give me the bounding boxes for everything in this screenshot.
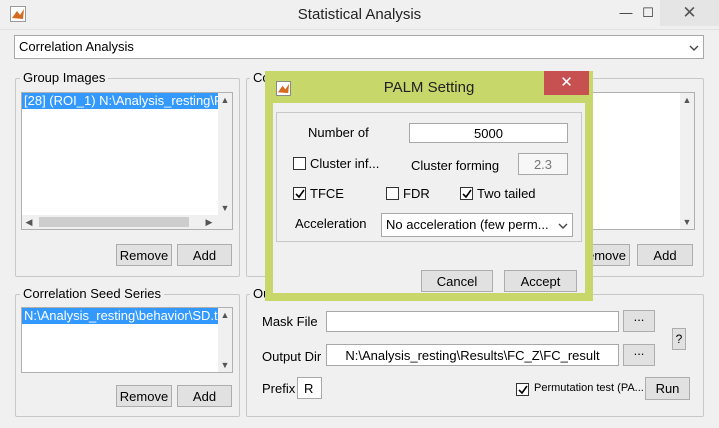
number-of-label: Number of (308, 125, 369, 140)
scroll-down-icon[interactable]: ▼ (218, 358, 232, 372)
cancel-button[interactable]: Cancel (421, 270, 493, 292)
checkmark-icon (517, 385, 528, 394)
two-tailed-label: Two tailed (477, 186, 536, 201)
group-images-item[interactable]: [28] (ROI_1) N:\Analysis_resting\FC_Z\FC… (22, 93, 218, 109)
seed-series-add-button[interactable]: Add (177, 385, 232, 407)
acceleration-value: No acceleration (few perm... (386, 217, 549, 232)
covariates-add-button[interactable]: Add (637, 244, 693, 266)
prefix-input[interactable]: R (297, 377, 322, 399)
output-dir-input[interactable]: N:\Analysis_resting\Results\FC_Z\FC_resu… (326, 344, 619, 366)
seed-series-list[interactable]: N:\Analysis_resting\behavior\SD.txt ▲ ▼ (21, 307, 233, 373)
scrollbar-thumb[interactable] (39, 217, 189, 227)
vertical-scrollbar[interactable]: ▲ ▼ (680, 93, 694, 229)
chevron-down-icon (689, 45, 699, 51)
close-button[interactable]: ✕ (660, 0, 719, 26)
group-images-add-button[interactable]: Add (177, 244, 232, 266)
fdr-label: FDR (403, 186, 430, 201)
scroll-right-icon[interactable]: ▶ (202, 215, 216, 229)
cluster-forming-label: Cluster forming (411, 158, 500, 173)
scroll-down-icon[interactable]: ▼ (218, 201, 232, 215)
checkmark-icon (461, 189, 472, 198)
seed-series-title: Correlation Seed Series (20, 287, 165, 301)
scroll-up-icon[interactable]: ▲ (218, 308, 232, 322)
title-bar: Statistical Analysis — ☐ ✕ (0, 0, 719, 30)
mask-file-label: Mask File (262, 314, 318, 329)
permutation-test-checkbox[interactable] (516, 383, 529, 396)
group-images-title: Group Images (20, 71, 109, 85)
group-images-remove-button[interactable]: Remove (116, 244, 172, 266)
scroll-up-icon[interactable]: ▲ (218, 93, 232, 107)
analysis-type-select[interactable]: Correlation Analysis (14, 35, 704, 59)
seed-series-item[interactable]: N:\Analysis_resting\behavior\SD.txt (22, 308, 218, 324)
help-button[interactable]: ? (672, 328, 686, 350)
scroll-down-icon[interactable]: ▼ (680, 215, 694, 229)
cluster-inference-checkbox[interactable] (293, 157, 306, 170)
prefix-label: Prefix (262, 381, 296, 396)
cluster-forming-input[interactable]: 2.3 (518, 153, 568, 175)
chevron-down-icon (558, 223, 568, 229)
cluster-inference-label: Cluster inf... (310, 156, 380, 171)
mask-file-browse-button[interactable]: ... (623, 310, 655, 332)
output-dir-browse-button[interactable]: ... (623, 344, 655, 366)
checkmark-icon (294, 189, 305, 198)
tfce-label: TFCE (310, 186, 344, 201)
permutation-test-label: Permutation test (PA... (534, 382, 644, 394)
palm-setting-dialog: PALM Setting ✕ Number of 5000 Cluster in… (265, 71, 593, 301)
horizontal-scrollbar[interactable]: ◀ ▶ (22, 215, 232, 229)
fdr-checkbox[interactable] (386, 187, 399, 200)
two-tailed-checkbox[interactable] (460, 187, 473, 200)
acceleration-select[interactable]: No acceleration (few perm... (381, 213, 573, 237)
scroll-left-icon[interactable]: ◀ (22, 215, 36, 229)
scroll-up-icon[interactable]: ▲ (680, 93, 694, 107)
vertical-scrollbar[interactable]: ▲ ▼ (218, 308, 232, 372)
analysis-type-value: Correlation Analysis (19, 39, 134, 54)
accept-button[interactable]: Accept (504, 270, 577, 292)
dialog-close-button[interactable]: ✕ (544, 71, 589, 95)
acceleration-label: Acceleration (295, 216, 367, 231)
run-button[interactable]: Run (645, 377, 690, 400)
tfce-checkbox[interactable] (293, 187, 306, 200)
vertical-scrollbar[interactable]: ▲ ▼ (218, 93, 232, 215)
group-images-list[interactable]: [28] (ROI_1) N:\Analysis_resting\FC_Z\FC… (21, 92, 233, 230)
number-of-permutations-input[interactable]: 5000 (409, 123, 568, 143)
output-dir-label: Output Dir (262, 349, 322, 364)
mask-file-input[interactable] (326, 311, 619, 332)
seed-series-remove-button[interactable]: Remove (116, 385, 172, 407)
